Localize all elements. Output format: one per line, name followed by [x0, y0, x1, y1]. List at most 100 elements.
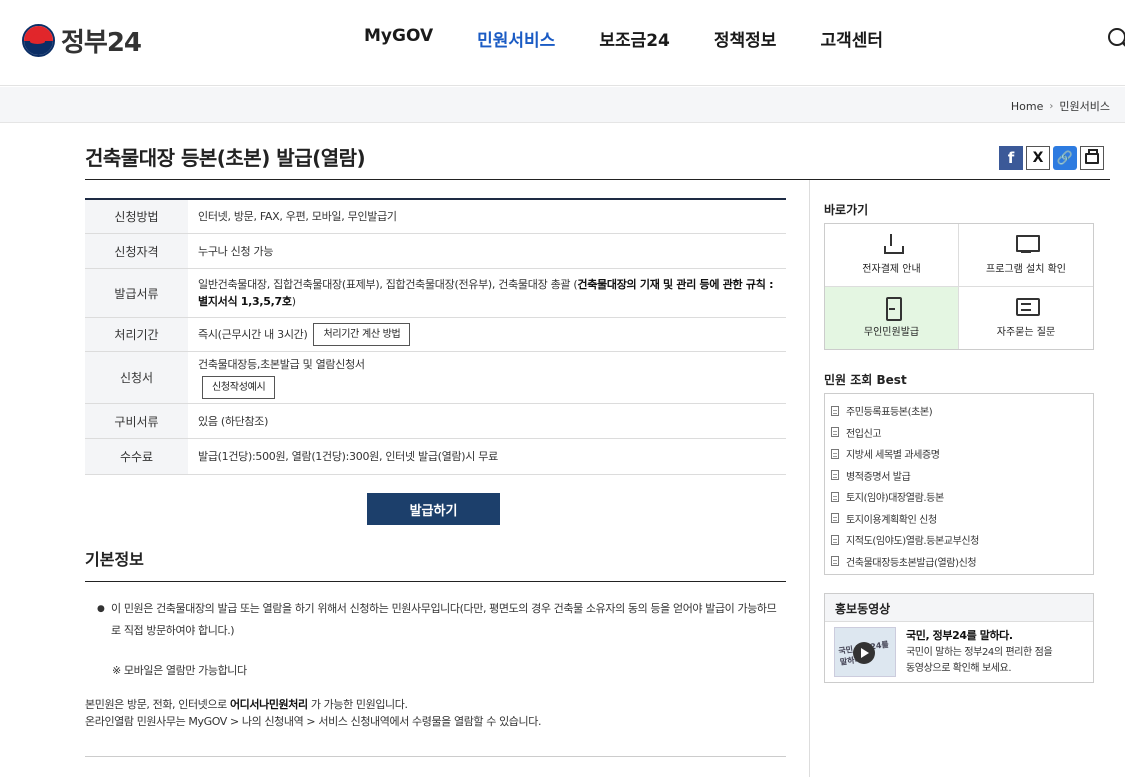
list-item-label: 병적증명서 발급 [846, 471, 911, 483]
section-title-basic-info: 기본정보 [85, 550, 144, 569]
list-item: ● 이 민원은 건축물대장의 발급 또는 열람을 하기 위해서 신청하는 민원사… [85, 598, 786, 642]
list-item-label: 토지이용계획확인 신청 [846, 514, 937, 526]
title-divider [85, 179, 1110, 180]
row-header: 신청자격 [85, 234, 188, 268]
docs-text: 일반건축물대장, 집합건축물대장(표제부), 집합건축물대장(전유부), 건축물… [198, 278, 578, 291]
site-header: 정부24 MyGOV 민원서비스 보조금24 정책정보 고객센터 [0, 0, 1125, 86]
para-text: 본민원은 방문, 전화, 인터넷으로 [85, 698, 230, 711]
x-twitter-icon[interactable]: X [1026, 146, 1050, 170]
breadcrumb-current[interactable]: 민원서비스 [1059, 98, 1110, 114]
section-divider [85, 581, 786, 582]
list-item[interactable]: 건축물대장등초본발급(열람)신청 [831, 551, 1093, 573]
play-icon[interactable] [853, 642, 875, 664]
facebook-icon[interactable]: f [999, 146, 1023, 170]
issue-button[interactable]: 발급하기 [367, 493, 500, 525]
best-services-title: 민원 조회 Best [824, 373, 907, 387]
row-header: 발급서류 [85, 269, 188, 317]
period-calc-button[interactable]: 처리기간 계산 방법 [313, 323, 411, 346]
list-item-label: 주민등록표등본(초본) [846, 407, 933, 419]
quick-link-program-check[interactable]: 프로그램 설치 확인 [959, 224, 1093, 287]
logo-text: 정부24 [61, 28, 142, 58]
document-icon [831, 534, 839, 545]
anywhere-paragraph: 본민원은 방문, 전화, 인터넷으로 어디서나민원처리 가 가능한 민원입니다.… [85, 696, 786, 730]
form-example-button[interactable]: 신청작성예시 [202, 376, 276, 399]
list-item-label: 지방세 세목별 과세증명 [846, 450, 940, 462]
nav-policy[interactable]: 정책정보 [714, 26, 777, 51]
mobile-note: ※ 모바일은 열람만 가능합니다 [112, 664, 247, 677]
document-icon [831, 427, 839, 438]
search-icon[interactable] [1108, 28, 1125, 46]
breadcrumb-home[interactable]: Home [1011, 100, 1043, 113]
bullet-icon: ● [97, 604, 105, 614]
promo-video-thumbnail[interactable]: 국민 정부24를 말하다 [834, 627, 896, 677]
promo-desc-line: 동영상으로 확인해 보세요. [906, 663, 1012, 674]
period-text: 즉시(근무시간 내 3시간) [198, 328, 308, 341]
table-row: 구비서류 있음 (하단참조) [85, 404, 786, 439]
section-divider [85, 756, 786, 757]
download-icon [881, 234, 904, 255]
promo-video-box: 홍보동영상 국민 정부24를 말하다 국민, 정부24를 말하다. 국민이 말하… [824, 593, 1094, 683]
row-header: 신청방법 [85, 200, 188, 233]
document-icon [831, 491, 839, 502]
para-text: 가 가능한 민원입니다. [307, 698, 408, 711]
row-value: 즉시(근무시간 내 3시간) 처리기간 계산 방법 [188, 318, 786, 351]
list-item[interactable]: 지방세 세목별 과세증명 [831, 443, 1093, 465]
promo-headline[interactable]: 국민, 정부24를 말하다. [906, 629, 1013, 642]
table-row: 신청서 건축물대장등,초본발급 및 열람신청서 신청작성예시 [85, 352, 786, 404]
quick-links-title: 바로가기 [824, 203, 869, 217]
form-text: 건축물대장등,초본발급 및 열람신청서 [198, 358, 365, 371]
quick-links-grid: 전자결제 안내 프로그램 설치 확인 무인민원발급 자주묻는 질문 [824, 223, 1094, 350]
kiosk-icon [881, 297, 903, 322]
promo-desc-line: 국민이 말하는 정부24의 편리한 점을 [906, 647, 1053, 658]
row-value: 발급(1건당):500원, 열람(1건당):300원, 인터넷 발급(열람)시 … [198, 450, 498, 463]
quick-link-kiosk[interactable]: 무인민원발급 [825, 286, 959, 349]
list-item[interactable]: 전입신고 [831, 422, 1093, 444]
site-logo[interactable]: 정부24 [22, 22, 142, 59]
list-item-label: 지적도(임야도)열람.등본교부신청 [846, 536, 979, 548]
list-item[interactable]: 토지이용계획확인 신청 [831, 508, 1093, 530]
list-item-label: 토지(임야)대장열람.등본 [846, 493, 944, 505]
list-item[interactable]: 주민등록표등본(초본) [831, 400, 1093, 422]
list-item[interactable]: 병적증명서 발급 [831, 465, 1093, 487]
promo-text: 국민, 정부24를 말하다. 국민이 말하는 정부24의 편리한 점을 동영상으… [906, 627, 1086, 677]
promo-desc: 국민이 말하는 정부24의 편리한 점을 동영상으로 확인해 보세요. [906, 645, 1086, 677]
link-copy-icon[interactable]: 🔗 [1053, 146, 1077, 170]
share-toolbar: f X 🔗 [999, 146, 1107, 170]
table-row: 신청방법 인터넷, 방문, FAX, 우편, 모바일, 무인발급기 [85, 200, 786, 234]
row-value: 있음 (하단참조) [198, 414, 269, 428]
quick-link-label: 무인민원발급 [863, 327, 920, 339]
row-header: 신청서 [85, 352, 188, 403]
list-item[interactable]: 토지(임야)대장열람.등본 [831, 486, 1093, 508]
nav-subsidy[interactable]: 보조금24 [599, 26, 670, 51]
table-row: 신청자격 누구나 신청 가능 [85, 234, 786, 269]
table-row: 처리기간 즉시(근무시간 내 3시간) 처리기간 계산 방법 [85, 318, 786, 352]
online-view-text: 온라인열람 민원사무는 MyGOV > 나의 신청내역 > 서비스 신청내역에서… [85, 715, 542, 728]
print-icon[interactable] [1080, 146, 1104, 170]
service-info-table: 신청방법 인터넷, 방문, FAX, 우편, 모바일, 무인발급기 신청자격 누… [85, 198, 786, 475]
list-item-label: 건축물대장등초본발급(열람)신청 [846, 557, 977, 569]
monitor-icon [1015, 234, 1040, 254]
quick-link-label: 프로그램 설치 확인 [986, 264, 1066, 276]
taegeuk-logo-icon [22, 24, 55, 57]
breadcrumb: Home › 민원서비스 [1011, 98, 1110, 114]
nav-customer-center[interactable]: 고객센터 [820, 26, 883, 51]
quick-link-label: 전자결제 안내 [862, 264, 921, 276]
quick-link-label: 자주묻는 질문 [996, 327, 1056, 339]
basic-info-content: ● 이 민원은 건축물대장의 발급 또는 열람을 하기 위해서 신청하는 민원사… [85, 598, 786, 730]
para-bold: 어디서나민원처리 [229, 698, 308, 711]
document-icon [831, 405, 839, 416]
row-header: 수수료 [85, 439, 188, 474]
row-value: 누구나 신청 가능 [198, 244, 274, 258]
breadcrumb-bar: Home › 민원서비스 [0, 87, 1125, 123]
quick-link-payment[interactable]: 전자결제 안내 [825, 224, 959, 287]
promo-title: 홍보동영상 [825, 594, 1093, 622]
row-header: 구비서류 [85, 404, 188, 438]
nav-civil-service[interactable]: 민원서비스 [477, 26, 555, 51]
document-icon [831, 448, 839, 459]
bullet-text: 이 민원은 건축물대장의 발급 또는 열람을 하기 위해서 신청하는 민원사무입… [111, 602, 777, 637]
quick-link-faq[interactable]: 자주묻는 질문 [959, 287, 1093, 350]
list-item[interactable]: 지적도(임야도)열람.등본교부신청 [831, 529, 1093, 551]
best-services-list: 주민등록표등본(초본) 전입신고 지방세 세목별 과세증명 병적증명서 발급 토… [824, 393, 1094, 575]
row-header: 처리기간 [85, 318, 188, 351]
nav-mygov[interactable]: MyGOV [364, 26, 433, 51]
